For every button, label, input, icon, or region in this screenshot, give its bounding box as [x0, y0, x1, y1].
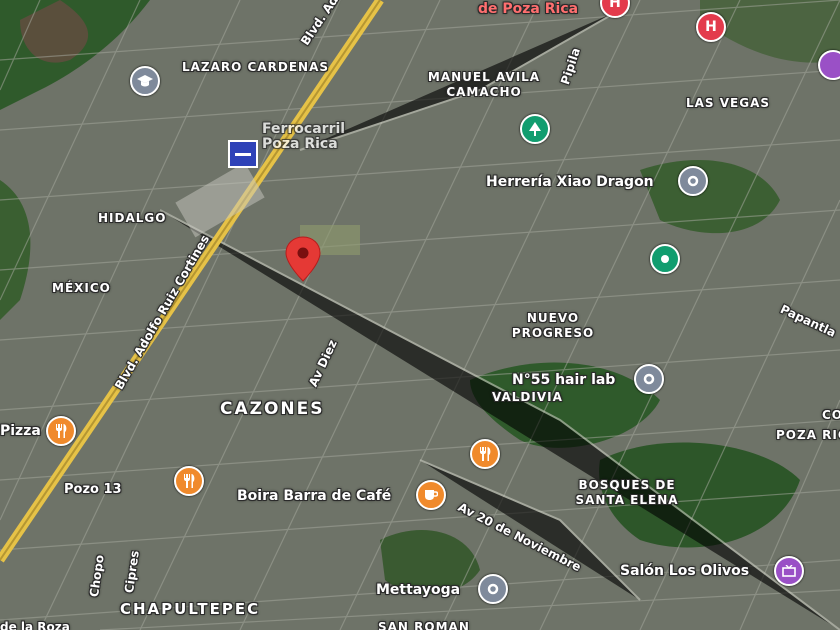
event-venue-icon[interactable]	[818, 50, 840, 80]
area-label-hidalgo: HIDALGO	[98, 211, 167, 225]
poi-label-hair-lab[interactable]: N°55 hair lab	[512, 372, 615, 388]
place-icon[interactable]	[478, 574, 508, 604]
poi-label-mettayoga[interactable]: Mettayoga	[376, 582, 460, 598]
poi-label-ferrocarril-poza-rica[interactable]: Ferrocarril Poza Rica	[262, 122, 382, 152]
area-label-chapultepec: CHAPULTEPEC	[120, 600, 261, 618]
train-station-icon[interactable]	[228, 140, 258, 168]
school-icon[interactable]	[130, 66, 160, 96]
poi-label-salon-los-olivos[interactable]: Salón Los Olivos	[620, 563, 749, 579]
area-label-mexico: MÉXICO	[52, 281, 111, 295]
satellite-map[interactable]: LAZARO CARDENAS MANUEL AVILA CAMACHO LAS…	[0, 0, 840, 630]
area-label-pozo-13: Pozo 13	[64, 482, 122, 497]
location-pin-icon[interactable]	[284, 236, 322, 282]
poi-label-herreria-xiao-dragon[interactable]: Herrería Xiao Dragon	[486, 174, 654, 190]
area-label-de-la-roza: de la Roza	[0, 620, 70, 630]
area-label-manuel-avila-camacho: MANUEL AVILA CAMACHO	[427, 70, 541, 99]
hospital-icon[interactable]: H	[696, 12, 726, 42]
place-icon[interactable]	[678, 166, 708, 196]
area-label-poza-rica: POZA RICA	[776, 428, 840, 442]
cafe-icon[interactable]	[416, 480, 446, 510]
area-label-lazaro-cardenas: LAZARO CARDENAS	[182, 60, 330, 74]
area-label-nuevo-progreso: NUEVO PROGRESO	[511, 311, 595, 340]
area-label-cazones: CAZONES	[220, 399, 325, 419]
poi-label-pizza[interactable]: Pizza	[0, 423, 41, 439]
map-base	[0, 0, 840, 630]
place-icon[interactable]	[634, 364, 664, 394]
place-icon[interactable]	[650, 244, 680, 274]
restaurant-icon[interactable]	[470, 439, 500, 469]
area-label-co: CO	[822, 408, 840, 422]
area-label-bosques-de-santa-elena: BOSQUES DE SANTA ELENA	[575, 478, 679, 507]
area-label-las-vegas: LAS VEGAS	[686, 96, 771, 110]
poi-label-de-poza-rica[interactable]: de Poza Rica	[478, 1, 578, 17]
area-label-san-roman: SAN ROMAN	[378, 620, 470, 630]
park-icon[interactable]	[520, 114, 550, 144]
event-venue-icon[interactable]	[774, 556, 804, 586]
restaurant-icon[interactable]	[46, 416, 76, 446]
poi-label-boira-barra-de-cafe[interactable]: Boira Barra de Café	[237, 488, 391, 504]
restaurant-icon[interactable]	[174, 466, 204, 496]
area-label-valdivia: VALDIVIA	[492, 390, 563, 404]
